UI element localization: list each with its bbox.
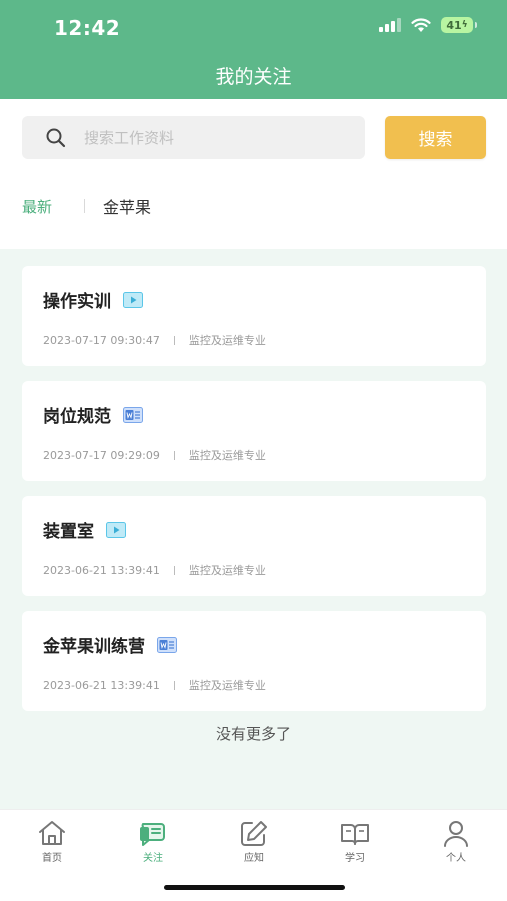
search-button[interactable]: 搜索: [385, 116, 486, 159]
search-icon: [46, 128, 66, 147]
item-date: 2023-06-21 13:39:41: [43, 563, 160, 577]
item-date: 2023-07-17 09:30:47: [43, 333, 160, 347]
item-date: 2023-07-17 09:29:09: [43, 448, 160, 462]
system-indicators: 41 ϟ: [379, 17, 477, 33]
item-title: 装置室: [43, 522, 94, 542]
tab-home[interactable]: 首页: [12, 818, 92, 864]
tab-golden-apple[interactable]: 金苹果: [103, 194, 151, 218]
tab-label: 首页: [42, 853, 62, 864]
search-box[interactable]: [22, 116, 365, 159]
status-bar: 12:42 41 ϟ: [0, 0, 507, 56]
item-title: 操作实训: [43, 292, 111, 312]
video-file-icon: [106, 521, 126, 538]
tab-label: 学习: [345, 853, 365, 864]
nav-bar: 我的关注: [0, 56, 507, 99]
tab-label: 应知: [244, 853, 264, 864]
tab-study[interactable]: 学习: [315, 818, 395, 864]
follow-icon: [140, 823, 165, 846]
status-time: 12:42: [54, 16, 121, 40]
item-title: 岗位规范: [43, 407, 111, 427]
followed-list: 操作实训 2023-07-17 09:30:47 监控及运维专业 岗位规范 20…: [0, 249, 507, 809]
item-date: 2023-06-21 13:39:41: [43, 678, 160, 692]
list-item[interactable]: 金苹果训练营 2023-06-21 13:39:41 监控及运维专业: [22, 611, 486, 711]
item-category: 监控及运维专业: [188, 449, 266, 462]
list-item[interactable]: 操作实训 2023-07-17 09:30:47 监控及运维专业: [22, 266, 486, 366]
cellular-signal-icon: [379, 18, 401, 32]
list-item[interactable]: 岗位规范 2023-07-17 09:29:09 监控及运维专业: [22, 381, 486, 481]
item-category: 监控及运维专业: [188, 679, 266, 692]
home-indicator: [164, 885, 345, 890]
list-item[interactable]: 装置室 2023-06-21 13:39:41 监控及运维专业: [22, 496, 486, 596]
word-file-icon: [123, 406, 143, 423]
search-area: 搜索 最新 金苹果: [0, 99, 507, 249]
tab-profile[interactable]: 个人: [416, 818, 496, 864]
search-input[interactable]: [82, 127, 346, 148]
person-icon: [444, 821, 468, 847]
item-category: 监控及运维专业: [188, 564, 266, 577]
tab-knowledge[interactable]: 应知: [214, 818, 294, 864]
battery-icon: 41 ϟ: [441, 17, 477, 33]
tab-follow[interactable]: 关注: [113, 818, 193, 864]
wifi-icon: [411, 17, 431, 32]
list-end-text: 没有更多了: [215, 725, 291, 743]
page-title: 我的关注: [215, 66, 292, 88]
word-file-icon: [157, 636, 177, 653]
tab-label: 个人: [446, 853, 466, 864]
video-file-icon: [123, 291, 143, 308]
tab-divider: [84, 199, 86, 213]
tab-label: 关注: [143, 853, 163, 864]
item-category: 监控及运维专业: [188, 334, 266, 347]
home-icon: [39, 821, 65, 845]
tab-latest[interactable]: 最新: [22, 196, 52, 217]
item-title: 金苹果训练营: [43, 637, 145, 657]
filter-tabs: 最新 金苹果: [22, 194, 151, 218]
edit-icon: [241, 821, 267, 846]
battery-level: 41: [446, 18, 462, 32]
book-icon: [341, 824, 369, 845]
